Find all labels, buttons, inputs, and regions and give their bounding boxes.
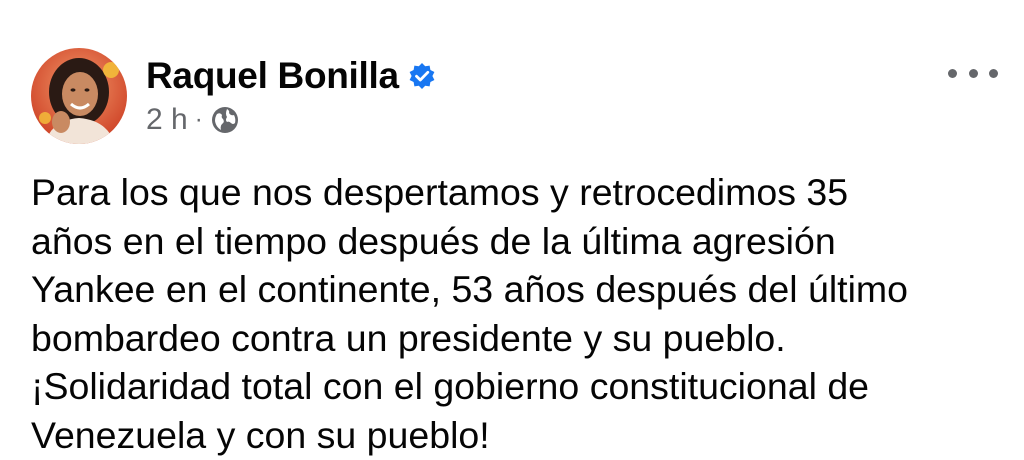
more-dot — [968, 68, 978, 78]
author-row: Raquel Bonilla — [146, 54, 436, 98]
verified-badge-icon — [408, 62, 436, 90]
post-body: Para los que nos despertamos y retrocedi… — [31, 168, 1011, 460]
author-name[interactable]: Raquel Bonilla — [146, 55, 399, 97]
more-dot — [989, 68, 998, 78]
more-dot — [948, 68, 957, 78]
post-timestamp[interactable]: 2 h — [146, 103, 188, 137]
author-avatar[interactable] — [31, 48, 127, 144]
post-body-line: años en el tiempo después de la última a… — [31, 219, 836, 262]
meta-separator: · — [194, 106, 203, 133]
post-body-line: Venezuela y con su pueblo! — [31, 413, 490, 456]
facebook-post: Raquel Bonilla 2 h · Para los que nos de… — [0, 0, 1024, 456]
post-body-line: Para los que nos despertamos y retrocedi… — [31, 171, 849, 213]
post-body-line: bombardeo contra un presidente y su pueb… — [31, 316, 786, 359]
globe-icon[interactable] — [210, 105, 240, 135]
post-meta: 2 h · — [146, 100, 240, 140]
post-body-line: Yankee en el continente, 53 años después… — [31, 268, 909, 311]
more-options-icon[interactable] — [948, 60, 998, 86]
post-body-line: ¡Solidaridad total con el gobierno const… — [31, 365, 870, 408]
